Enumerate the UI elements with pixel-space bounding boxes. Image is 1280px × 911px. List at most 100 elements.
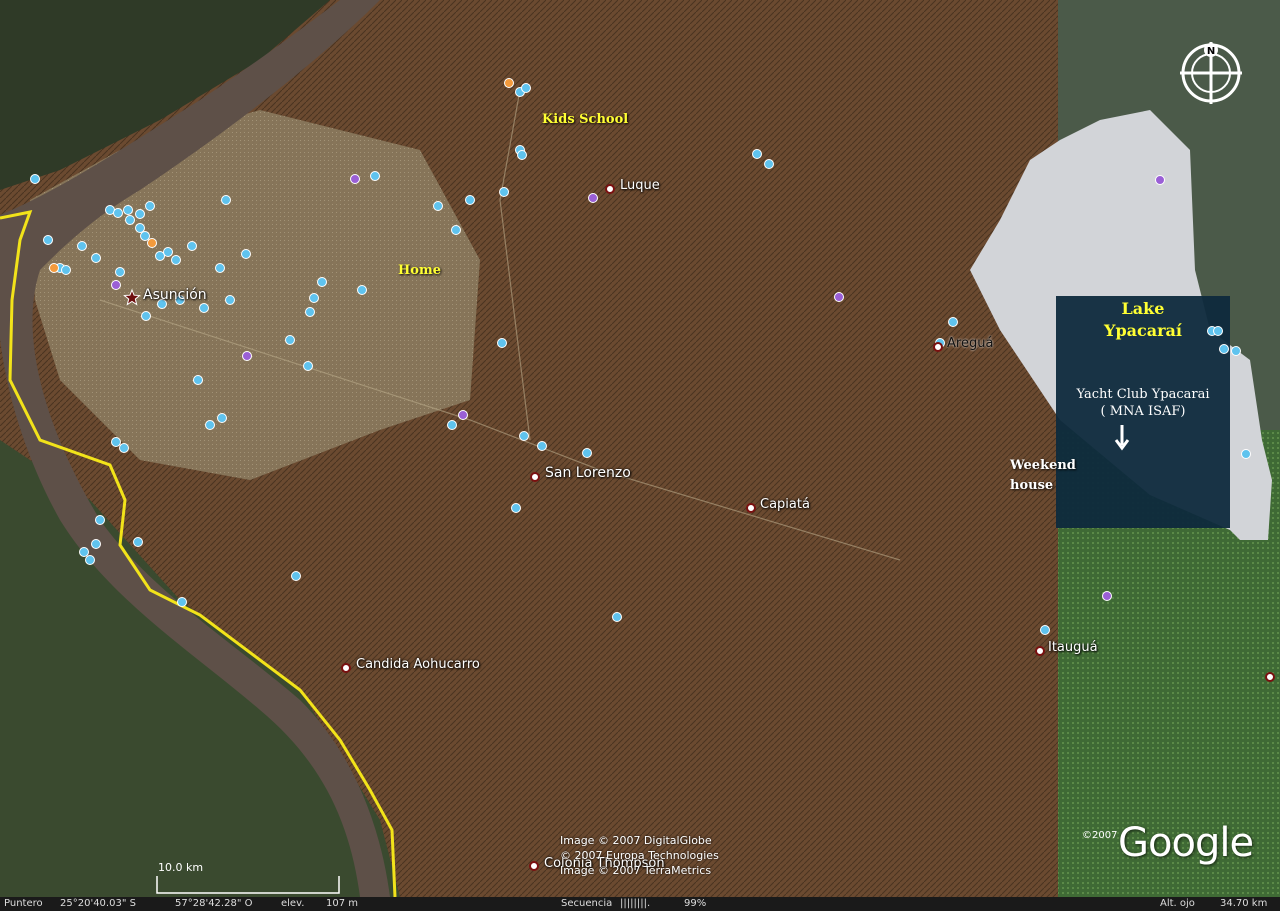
annotation-kids-school: Kids School — [542, 112, 629, 127]
map-marker-blue[interactable] — [187, 241, 197, 251]
circle-marker-icon[interactable] — [1265, 672, 1275, 682]
city-label-candida-aohucarro[interactable]: Candida Aohucarro — [356, 657, 480, 672]
map-marker-blue[interactable] — [752, 149, 762, 159]
map-marker-blue[interactable] — [511, 503, 521, 513]
map-marker-purple[interactable] — [242, 351, 252, 361]
map-marker-blue[interactable] — [205, 420, 215, 430]
circle-marker-icon[interactable] — [1035, 646, 1045, 656]
map-marker-blue[interactable] — [91, 539, 101, 549]
map-marker-purple[interactable] — [834, 292, 844, 302]
map-marker-blue[interactable] — [517, 150, 527, 160]
circle-marker-icon[interactable] — [933, 342, 943, 352]
map-marker-blue[interactable] — [309, 293, 319, 303]
map-marker-blue[interactable] — [447, 420, 457, 430]
map-viewport[interactable]: Asunción Luque Areguá San Lorenzo Capiat… — [0, 0, 1280, 911]
map-marker-blue[interactable] — [145, 201, 155, 211]
map-marker-blue[interactable] — [317, 277, 327, 287]
map-marker-blue[interactable] — [303, 361, 313, 371]
map-marker-blue[interactable] — [140, 231, 150, 241]
map-marker-blue[interactable] — [135, 209, 145, 219]
map-marker-blue[interactable] — [305, 307, 315, 317]
map-marker-blue[interactable] — [499, 187, 509, 197]
map-marker-blue[interactable] — [85, 555, 95, 565]
map-marker-blue[interactable] — [1219, 344, 1229, 354]
eye-altitude-label: Alt. ojo — [1160, 898, 1195, 909]
city-label-luque[interactable]: Luque — [620, 178, 660, 193]
map-marker-orange[interactable] — [504, 78, 514, 88]
google-logo: Google — [1118, 820, 1254, 866]
map-marker-blue[interactable] — [370, 171, 380, 181]
map-marker-blue[interactable] — [612, 612, 622, 622]
satellite-map[interactable] — [0, 0, 1280, 911]
eye-altitude-value: 34.70 km — [1220, 898, 1268, 909]
sequence-percent: 99% — [684, 898, 707, 909]
map-marker-blue[interactable] — [43, 235, 53, 245]
map-marker-blue[interactable] — [217, 413, 227, 423]
compass-icon[interactable]: N — [1178, 40, 1244, 106]
map-marker-purple[interactable] — [111, 280, 121, 290]
map-marker-blue[interactable] — [1241, 449, 1251, 459]
map-marker-blue[interactable] — [521, 83, 531, 93]
copyright-line3: Image © 2007 TerraMetrics — [560, 864, 712, 877]
map-marker-purple[interactable] — [588, 193, 598, 203]
map-marker-blue[interactable] — [91, 253, 101, 263]
map-marker-blue[interactable] — [119, 443, 129, 453]
map-marker-blue[interactable] — [193, 375, 203, 385]
map-marker-purple[interactable] — [458, 410, 468, 420]
map-marker-purple[interactable] — [1102, 591, 1112, 601]
map-marker-blue[interactable] — [433, 201, 443, 211]
city-label-aregua[interactable]: Areguá — [947, 336, 993, 351]
city-label-capiata[interactable]: Capiatá — [760, 497, 810, 512]
scale-label: 10.0 km — [158, 861, 204, 874]
map-marker-blue[interactable] — [582, 448, 592, 458]
city-label-san-lorenzo[interactable]: San Lorenzo — [545, 465, 631, 481]
map-marker-blue[interactable] — [115, 267, 125, 277]
map-marker-blue[interactable] — [125, 215, 135, 225]
circle-marker-icon[interactable] — [746, 503, 756, 513]
map-marker-orange[interactable] — [49, 263, 59, 273]
map-marker-blue[interactable] — [497, 338, 507, 348]
map-marker-blue[interactable] — [948, 317, 958, 327]
city-label-asuncion[interactable]: Asunción — [143, 287, 207, 303]
map-marker-purple[interactable] — [350, 174, 360, 184]
circle-marker-icon[interactable] — [529, 861, 539, 871]
map-marker-blue[interactable] — [79, 547, 89, 557]
map-marker-blue[interactable] — [221, 195, 231, 205]
map-marker-blue[interactable] — [451, 225, 461, 235]
map-marker-purple[interactable] — [1155, 175, 1165, 185]
map-marker-blue[interactable] — [30, 174, 40, 184]
circle-marker-icon[interactable] — [530, 472, 540, 482]
map-marker-blue[interactable] — [61, 265, 71, 275]
circle-marker-icon[interactable] — [341, 663, 351, 673]
map-marker-blue[interactable] — [225, 295, 235, 305]
map-marker-orange[interactable] — [147, 238, 157, 248]
map-marker-blue[interactable] — [291, 571, 301, 581]
pointer-latitude: 25°20'40.03" S — [60, 898, 136, 909]
map-marker-blue[interactable] — [123, 205, 133, 215]
map-marker-blue[interactable] — [1040, 625, 1050, 635]
map-marker-blue[interactable] — [764, 159, 774, 169]
copyright-line2: © 2007 Europa Technologies — [560, 849, 719, 862]
map-marker-blue[interactable] — [465, 195, 475, 205]
city-label-itaugua[interactable]: Itauguá — [1048, 640, 1098, 655]
map-marker-blue[interactable] — [133, 537, 143, 547]
circle-marker-icon[interactable] — [605, 184, 615, 194]
annotation-yacht-club: Yacht Club Ypacarai ( MNA ISAF) — [1060, 386, 1226, 420]
map-marker-blue[interactable] — [177, 597, 187, 607]
map-marker-blue[interactable] — [77, 241, 87, 251]
map-marker-blue[interactable] — [171, 255, 181, 265]
map-marker-blue[interactable] — [215, 263, 225, 273]
map-marker-blue[interactable] — [135, 223, 145, 233]
map-marker-blue[interactable] — [357, 285, 367, 295]
map-marker-blue[interactable] — [141, 311, 151, 321]
map-marker-blue[interactable] — [519, 431, 529, 441]
map-marker-blue[interactable] — [163, 247, 173, 257]
map-marker-blue[interactable] — [537, 441, 547, 451]
map-marker-blue[interactable] — [285, 335, 295, 345]
map-marker-blue[interactable] — [113, 208, 123, 218]
map-marker-blue[interactable] — [199, 303, 209, 313]
map-marker-blue[interactable] — [111, 437, 121, 447]
map-marker-blue[interactable] — [95, 515, 105, 525]
map-marker-blue[interactable] — [241, 249, 251, 259]
map-marker-blue[interactable] — [1231, 346, 1241, 356]
